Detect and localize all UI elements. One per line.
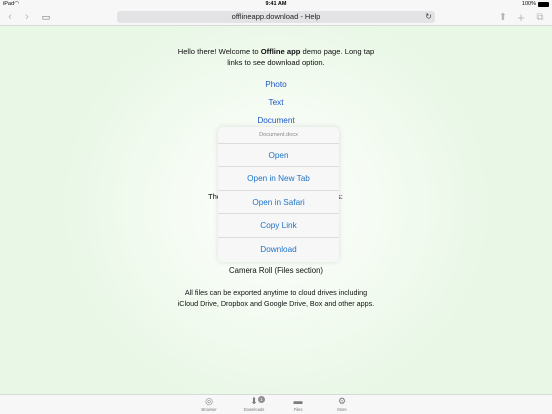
- reload-icon[interactable]: ↻: [425, 11, 432, 23]
- tab-browser[interactable]: ◎ Browser: [194, 396, 224, 413]
- text-link[interactable]: Text: [176, 98, 376, 107]
- photo-link[interactable]: Photo: [176, 80, 376, 89]
- address-text: offlineapp.download - Help: [231, 12, 321, 21]
- tab-label: Browser: [201, 407, 217, 412]
- copy-link-button[interactable]: Copy Link: [218, 214, 339, 238]
- app-name: Offline app: [260, 47, 301, 56]
- open-in-new-tab-button[interactable]: Open in New Tab: [218, 167, 339, 191]
- download-button[interactable]: Download: [218, 238, 339, 261]
- battery-icon: [538, 2, 549, 7]
- tabs-icon[interactable]: ⧉: [533, 9, 547, 26]
- status-bar: iPad ◠ 9:41 AM 100%: [0, 0, 552, 9]
- tab-label: Files: [293, 407, 303, 412]
- tab-files[interactable]: ▬ Files: [283, 396, 313, 413]
- battery-percent: 100%: [521, 1, 536, 7]
- action-sheet-title: Document.docx: [218, 127, 339, 144]
- tab-downloads[interactable]: ⬇ 1 Downloads: [239, 396, 269, 413]
- tab-more[interactable]: ⚙ More: [327, 396, 357, 413]
- gear-icon: ⚙: [337, 396, 347, 406]
- document-link[interactable]: Document: [176, 116, 376, 125]
- folder-icon: ▬: [293, 396, 303, 406]
- welcome-text: Hello there! Welcome to Offline app demo…: [177, 47, 375, 67]
- forward-icon[interactable]: ›: [21, 9, 33, 26]
- action-sheet: Document.docx Open Open in New Tab Open …: [218, 127, 339, 262]
- camera-roll-text: Camera Roll (Files section): [228, 266, 324, 275]
- address-bar[interactable]: offlineapp.download - Help ↻: [117, 11, 435, 23]
- new-tab-icon[interactable]: +: [514, 9, 528, 26]
- export-info-text: All files can be exported anytime to clo…: [177, 288, 375, 308]
- globe-icon: ◎: [205, 396, 213, 406]
- tab-label: More: [337, 407, 347, 412]
- tab-label: Downloads: [243, 407, 265, 412]
- bookmarks-icon[interactable]: ▭: [38, 9, 54, 26]
- open-button[interactable]: Open: [218, 144, 339, 168]
- bottom-toolbar: ◎ Browser ⬇ 1 Downloads ▬ Files ⚙ More: [0, 394, 552, 414]
- open-in-safari-button[interactable]: Open in Safari: [218, 191, 339, 215]
- back-icon[interactable]: ‹: [4, 9, 16, 26]
- share-icon[interactable]: ⬆: [496, 9, 510, 26]
- status-time: 9:41 AM: [265, 1, 287, 7]
- browser-nav-bar: ‹ › ▭ offlineapp.download - Help ↻ ⬆ + ⧉: [0, 9, 552, 26]
- downloads-badge: 1: [258, 396, 265, 403]
